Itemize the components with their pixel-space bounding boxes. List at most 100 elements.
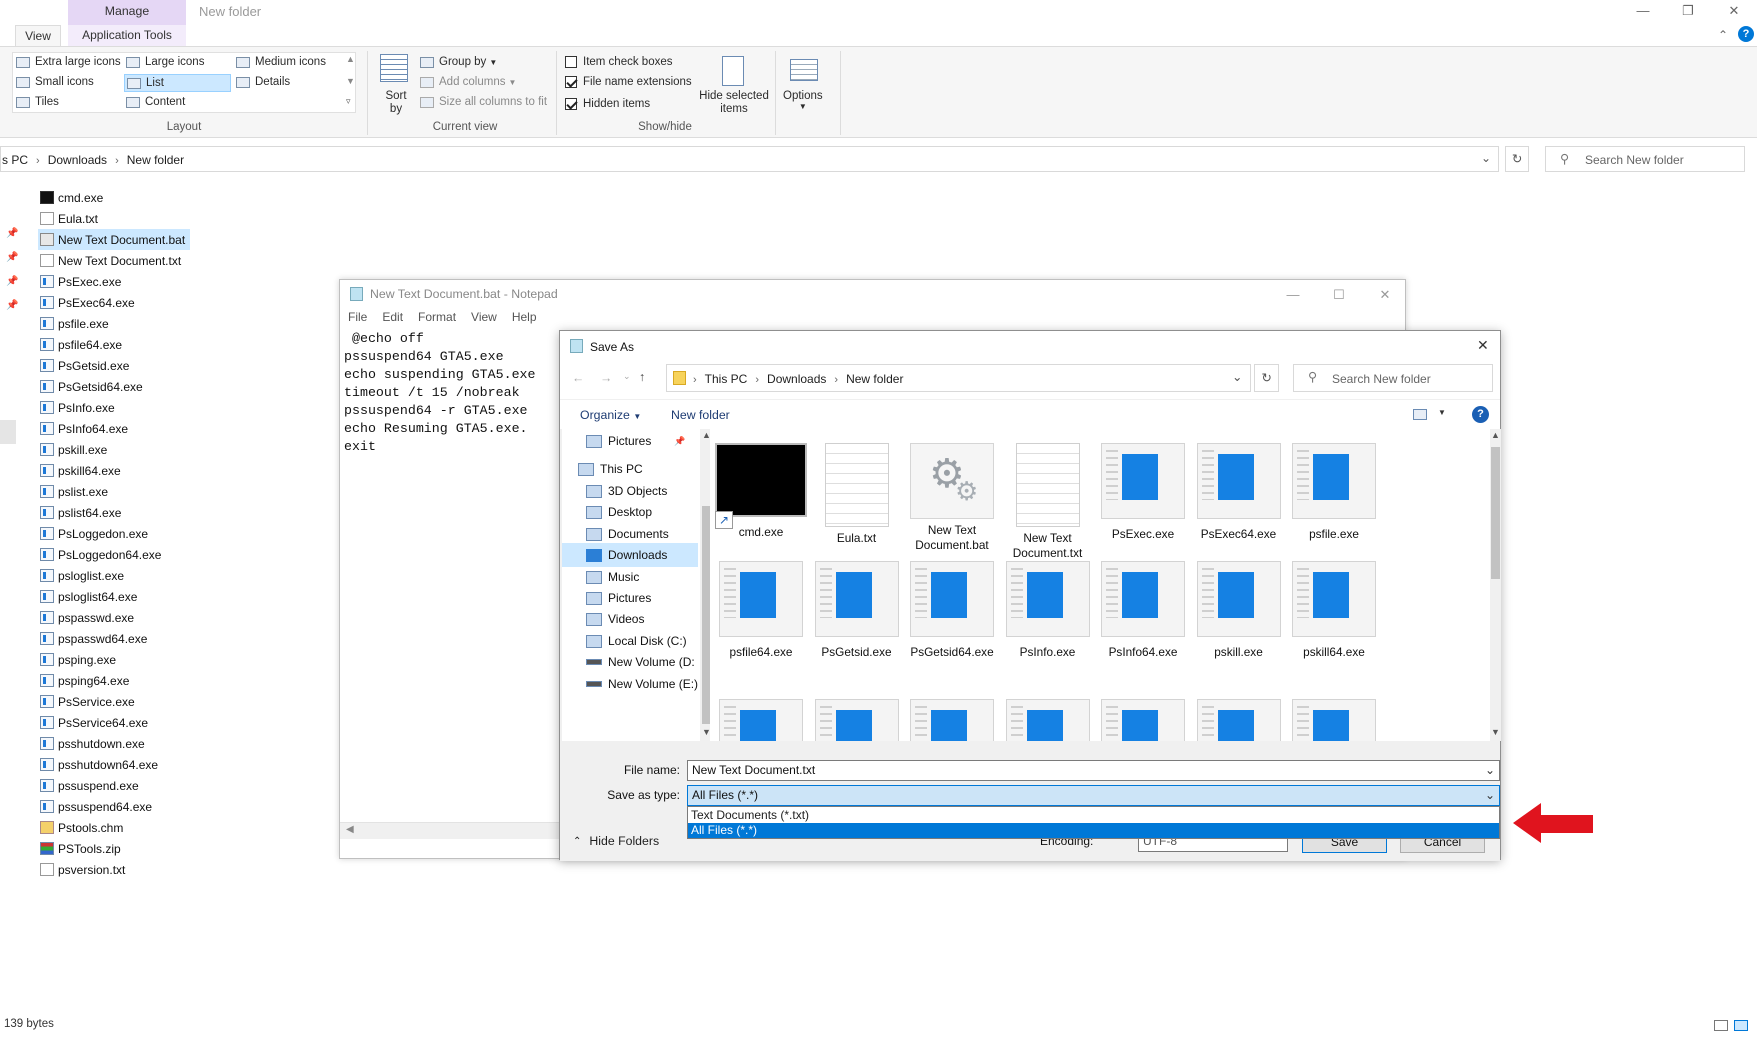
layout-content[interactable]: Content [126,96,185,108]
chevron-down-icon[interactable]: ⌄ [1485,761,1495,780]
file-list-item[interactable]: PsLoggedon64.exe [38,544,190,565]
save-as-search-box[interactable]: ⚲ Search New folder [1293,364,1493,392]
forward-arrow-icon[interactable]: → [600,371,612,385]
hidden-items-toggle[interactable]: Hidden items [565,98,650,110]
file-list-item[interactable]: pssuspend64.exe [38,796,190,817]
file-list-item[interactable]: pskill64.exe [38,460,190,481]
scroll-thumb[interactable] [702,506,710,724]
breadcrumb-this-pc[interactable]: This PC [705,372,748,386]
file-list-item[interactable]: PsService64.exe [38,712,190,733]
nav-item-downloads[interactable]: Downloads [562,543,698,567]
partial-tile-thumbnail-icon[interactable] [1196,699,1281,741]
sort-by-button[interactable]: Sort by [383,90,409,116]
file-list-item[interactable]: pspasswd.exe [38,607,190,628]
notepad-maximize-icon[interactable]: ☐ [1316,284,1362,306]
tab-manage[interactable]: Manage [68,0,186,25]
explorer-search-box[interactable]: ⚲ Search New folder [1545,146,1745,172]
partial-tile-thumbnail-icon[interactable] [1101,699,1185,741]
file-tile[interactable]: PsExec64.exe [1191,443,1287,542]
file-tile[interactable]: psfile.exe [1286,443,1382,542]
file-tile[interactable]: ↗ cmd.exe [713,443,809,540]
layout-extra-large-icons[interactable]: Extra large icons [16,56,121,68]
layout-medium-icons[interactable]: Medium icons [236,56,326,68]
file-tile[interactable]: PsInfo.exe [1000,561,1096,660]
menu-help[interactable]: Help [512,310,537,330]
file-list-item[interactable]: PsGetsid.exe [38,355,190,376]
option-all-files[interactable]: All Files (*.*) [688,823,1499,838]
partial-tile-thumbnail-icon[interactable] [910,699,994,741]
file-list-item[interactable]: pslist.exe [38,481,190,502]
nav-item-desktop[interactable]: Desktop [562,500,698,524]
back-arrow-icon[interactable]: ← [572,371,584,385]
file-list-item[interactable]: psshutdown64.exe [38,754,190,775]
hide-folders-button[interactable]: ⌃ Hide Folders [573,834,659,848]
file-list-item[interactable]: pspasswd64.exe [38,628,190,649]
file-list-item[interactable]: Eula.txt [38,208,190,229]
file-list-item[interactable]: PsInfo64.exe [38,418,190,439]
file-list-item[interactable]: psloglist.exe [38,565,190,586]
file-tile[interactable]: pskill64.exe [1286,561,1382,660]
file-tile[interactable]: ⚙ ⚙ New Text Document.bat [904,443,1000,553]
group-by-button[interactable]: Group by ▼ [420,56,497,68]
recent-dropdown-icon[interactable]: ⌄ [623,371,631,382]
file-list-item[interactable]: pssuspend.exe [38,775,190,796]
scroll-left-icon[interactable]: ◀ [346,824,354,835]
menu-format[interactable]: Format [418,310,456,330]
help-icon[interactable]: ? [1472,406,1489,423]
file-tile[interactable]: PsExec.exe [1095,443,1191,542]
nav-item-pictures[interactable]: Pictures 📌 [562,429,698,453]
file-list-item[interactable]: PsExec64.exe [38,292,190,313]
file-tile[interactable]: PsGetsid.exe [809,561,905,660]
minimize-icon[interactable]: — [1620,0,1666,22]
file-name-extensions-checkbox[interactable] [565,76,577,88]
organize-button[interactable]: Organize ▼ [580,408,641,422]
file-list-item[interactable]: PSTools.zip [38,838,190,859]
sort-by-icon[interactable] [380,54,408,82]
collapse-ribbon-icon[interactable]: ⌃ [1718,25,1728,47]
file-list-item[interactable]: psping64.exe [38,670,190,691]
file-list-item[interactable]: PsService.exe [38,691,190,712]
file-grid-scrollbar[interactable]: ▲ ▼ [1490,429,1501,741]
hidden-items-checkbox[interactable] [565,98,577,110]
file-tile[interactable]: PsInfo64.exe [1095,561,1191,660]
notepad-text-area[interactable]: @echo off pssuspend64 GTA5.exe echo suspen… [344,330,536,456]
file-list-item[interactable]: PsGetsid64.exe [38,376,190,397]
file-list-item[interactable]: psfile.exe [38,313,190,334]
nav-item-videos[interactable]: Videos [562,607,698,631]
large-icons-view-icon[interactable] [1734,1020,1748,1031]
partial-tile-thumbnail-icon[interactable] [1292,699,1376,741]
partial-tile-thumbnail-icon[interactable] [719,699,803,741]
address-dropdown-icon[interactable]: ⌄ [1232,370,1242,384]
breadcrumb-downloads[interactable]: Downloads [767,372,826,386]
layout-small-icons[interactable]: Small icons [16,76,94,88]
file-list-item[interactable]: Pstools.chm [38,817,190,838]
notepad-close-icon[interactable]: ✕ [1362,284,1408,306]
change-view-icon[interactable] [1413,409,1427,420]
layout-list[interactable]: List [124,74,231,92]
file-name-extensions-toggle[interactable]: File name extensions [565,76,692,88]
nav-item-this-pc[interactable]: This PC [562,457,698,481]
options-icon[interactable] [790,59,818,81]
file-list-item[interactable]: pskill.exe [38,439,190,460]
breadcrumb-new-folder[interactable]: New folder [846,372,903,386]
save-as-close-icon[interactable]: ✕ [1477,337,1489,354]
file-list-item[interactable]: cmd.exe [38,187,190,208]
file-tile[interactable]: Eula.txt [809,443,905,546]
details-view-icon[interactable] [1714,1020,1728,1031]
file-name-field[interactable]: New Text Document.txt ⌄ [687,760,1500,781]
layout-large-icons[interactable]: Large icons [126,56,204,68]
gallery-scroll-up-icon[interactable]: ▲ [346,54,355,64]
options-button[interactable]: Options ▼ [783,90,823,111]
refresh-icon[interactable]: ↻ [1505,146,1529,172]
file-list-item[interactable]: PsInfo.exe [38,397,190,418]
restore-icon[interactable]: ❐ [1665,0,1711,22]
gallery-scroll-down-icon[interactable]: ▼ [346,76,355,86]
chevron-down-icon[interactable]: ⌄ [1485,786,1495,805]
up-arrow-icon[interactable]: ↑ [639,370,645,384]
file-tile[interactable]: pskill.exe [1191,561,1287,660]
file-list-item[interactable]: PsExec.exe [38,271,190,292]
address-dropdown-icon[interactable]: ⌄ [1481,151,1491,165]
file-tile[interactable]: New Text Document.txt [1000,443,1096,561]
refresh-icon[interactable]: ↻ [1254,364,1279,392]
tab-view[interactable]: View [15,25,61,47]
